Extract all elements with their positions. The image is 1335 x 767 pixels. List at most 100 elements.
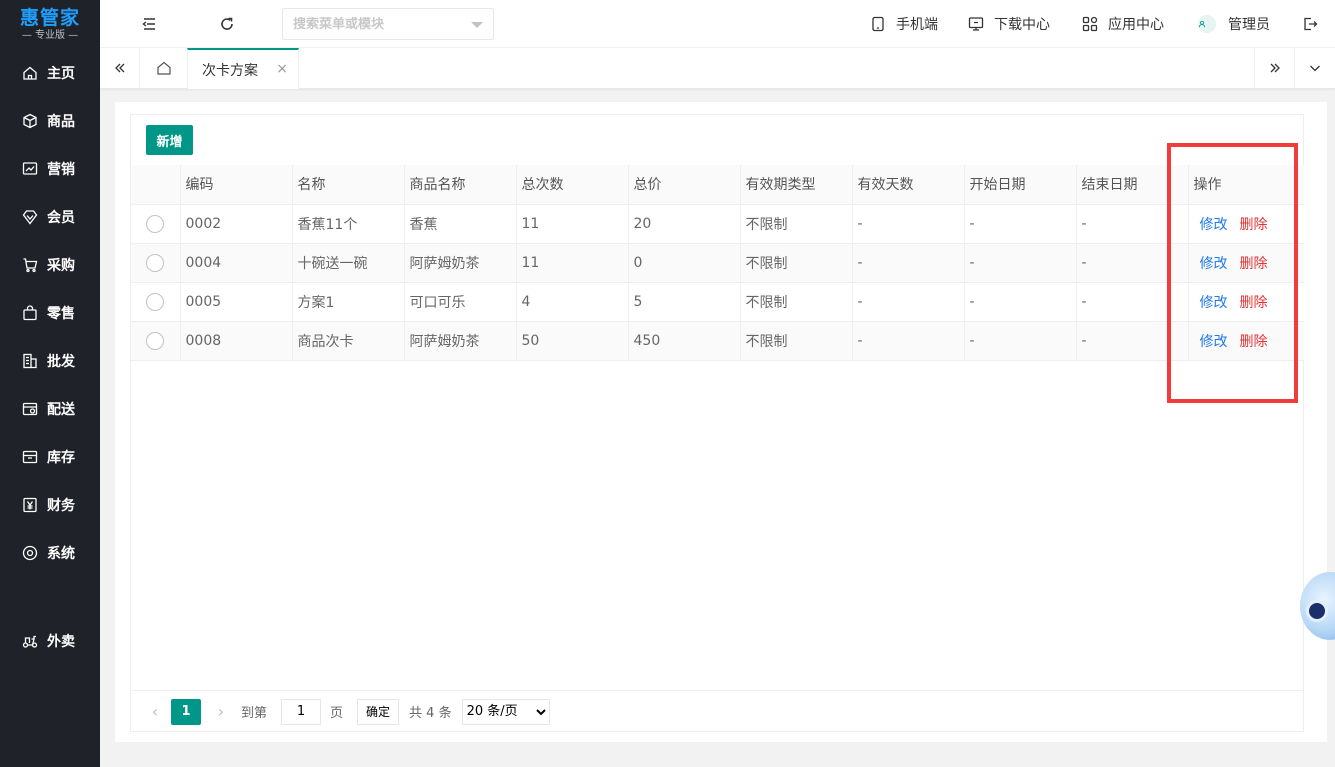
search-input[interactable]	[293, 16, 463, 32]
cell-code: 0005	[180, 282, 293, 322]
row-radio[interactable]	[146, 214, 164, 233]
header-product-name: 商品名称	[404, 165, 517, 205]
row-radio[interactable]	[146, 331, 164, 350]
delete-link[interactable]: 删除	[1240, 217, 1268, 233]
page-number-input[interactable]	[281, 698, 322, 725]
prev-page-button[interactable]: ‹	[145, 702, 165, 721]
mobile-link[interactable]: 手机端	[870, 0, 938, 48]
table-row[interactable]: 0002 香蕉11个 香蕉 11 20 不限制 - - - 修改 删除	[131, 204, 1304, 244]
edit-link[interactable]: 修改	[1200, 256, 1228, 272]
header-valid-days: 有效天数	[852, 165, 965, 205]
inventory-icon	[22, 450, 38, 464]
sidebar-item-home[interactable]: 主页	[0, 49, 100, 97]
sidebar-item-takeout[interactable]: 外卖	[0, 617, 100, 665]
refresh-icon	[221, 17, 233, 30]
double-chevron-right-icon	[1270, 63, 1280, 73]
tabs-scroll-left-button[interactable]	[100, 48, 140, 88]
edit-link[interactable]: 修改	[1200, 295, 1228, 311]
menu-toggle-button[interactable]	[139, 14, 159, 34]
add-button[interactable]: 新增	[146, 125, 193, 155]
total-count: 共 4 条	[409, 706, 452, 721]
delete-link[interactable]: 删除	[1240, 256, 1268, 272]
table-row[interactable]: 0005 方案1 可口可乐 4 5 不限制 - - - 修改 删除	[131, 282, 1304, 322]
row-select	[131, 243, 181, 283]
table-row[interactable]: 0008 商品次卡 阿萨姆奶茶 50 450 不限制 - - - 修改 删除	[131, 321, 1304, 361]
double-chevron-left-icon	[114, 63, 124, 73]
cell-total-price: 20	[628, 204, 741, 244]
apps-grid-icon	[1082, 16, 1098, 32]
card-plan-table: 编码 名称 商品名称 总次数 总价 有效期类型 有效天数 开始日期 结束日期 操…	[131, 165, 1304, 361]
cell-actions: 修改 删除	[1188, 243, 1304, 283]
cell-end-date: -	[1076, 321, 1189, 361]
cell-total-price: 5	[628, 282, 741, 322]
sidebar-item-member[interactable]: 会员	[0, 193, 100, 241]
download-center-link[interactable]: 下载中心	[968, 0, 1050, 48]
tab-card-plan[interactable]: 次卡方案 ×	[187, 48, 299, 89]
bag-icon	[23, 305, 37, 321]
download-center-label: 下载中心	[994, 17, 1050, 33]
cell-name: 方案1	[292, 282, 405, 322]
pagination: ‹ 1 › 到第 页 确定 共 4 条 20 条/页	[131, 690, 1304, 732]
sidebar-item-retail[interactable]: 零售	[0, 289, 100, 337]
cell-end-date: -	[1076, 243, 1189, 283]
cell-actions: 修改 删除	[1188, 321, 1304, 361]
sidebar-item-label: 外卖	[47, 634, 75, 650]
sidebar-item-system[interactable]: 系统	[0, 529, 100, 577]
current-page[interactable]: 1	[171, 698, 201, 725]
cell-total-count: 11	[516, 243, 629, 283]
cell-code: 0002	[180, 204, 293, 244]
confirm-page-button[interactable]: 确定	[357, 698, 400, 725]
header-end-date: 结束日期	[1076, 165, 1189, 205]
cell-name: 十碗送一碗	[292, 243, 405, 283]
sidebar-item-label: 财务	[47, 498, 75, 514]
cell-name: 商品次卡	[292, 321, 405, 361]
settings-icon	[22, 545, 38, 561]
menu-fold-icon	[142, 18, 155, 30]
tab-home[interactable]	[140, 48, 187, 88]
sidebar-item-label: 批发	[47, 354, 75, 370]
tabs-scroll-right-button[interactable]	[1254, 48, 1294, 88]
sidebar-item-goods[interactable]: 商品	[0, 97, 100, 145]
cell-name: 香蕉11个	[292, 204, 405, 244]
user-menu[interactable]: 管理员	[1198, 0, 1270, 48]
next-page-button[interactable]: ›	[211, 702, 231, 721]
sidebar-item-inventory[interactable]: 库存	[0, 433, 100, 481]
cart-icon	[23, 258, 38, 273]
app-center-link[interactable]: 应用中心	[1082, 0, 1164, 48]
scooter-icon	[22, 635, 38, 648]
sidebar-item-label: 零售	[47, 306, 75, 322]
sidebar-item-marketing[interactable]: 营销	[0, 145, 100, 193]
cell-start-date: -	[964, 243, 1077, 283]
row-radio[interactable]	[146, 292, 164, 311]
sidebar-item-wholesale[interactable]: 批发	[0, 337, 100, 385]
table-row[interactable]: 0004 十碗送一碗 阿萨姆奶茶 11 0 不限制 - - - 修改 删除	[131, 243, 1304, 283]
menu-search[interactable]	[282, 8, 494, 40]
page-size-select[interactable]: 20 条/页	[461, 698, 550, 725]
cell-valid-days: -	[852, 321, 965, 361]
sidebar-item-finance[interactable]: 财务	[0, 481, 100, 529]
delete-link[interactable]: 删除	[1240, 334, 1268, 350]
cell-end-date: -	[1076, 282, 1189, 322]
logo-subtitle: — 专业版 —	[21, 29, 79, 41]
close-icon[interactable]: ×	[276, 61, 288, 77]
diamond-icon	[22, 210, 38, 225]
logo: 惠管家 — 专业版 —	[0, 0, 100, 48]
mobile-label: 手机端	[896, 17, 938, 33]
edit-link[interactable]: 修改	[1200, 334, 1228, 350]
delete-link[interactable]: 删除	[1240, 295, 1268, 311]
logo-text: 惠管家	[19, 6, 80, 29]
row-radio[interactable]	[146, 253, 164, 272]
sidebar-item-purchase[interactable]: 采购	[0, 241, 100, 289]
row-select	[131, 282, 181, 322]
chart-icon	[22, 162, 38, 175]
cell-valid-days: -	[852, 204, 965, 244]
cell-total-count: 50	[516, 321, 629, 361]
logout-button[interactable]	[1300, 14, 1320, 34]
tablet-icon	[872, 16, 884, 32]
tabs-bar: 次卡方案 ×	[100, 48, 1335, 89]
page-unit-label: 页	[330, 706, 344, 721]
tabs-menu-button[interactable]	[1294, 48, 1335, 88]
refresh-button[interactable]	[217, 14, 237, 34]
sidebar-item-delivery[interactable]: 配送	[0, 385, 100, 433]
edit-link[interactable]: 修改	[1200, 217, 1228, 233]
